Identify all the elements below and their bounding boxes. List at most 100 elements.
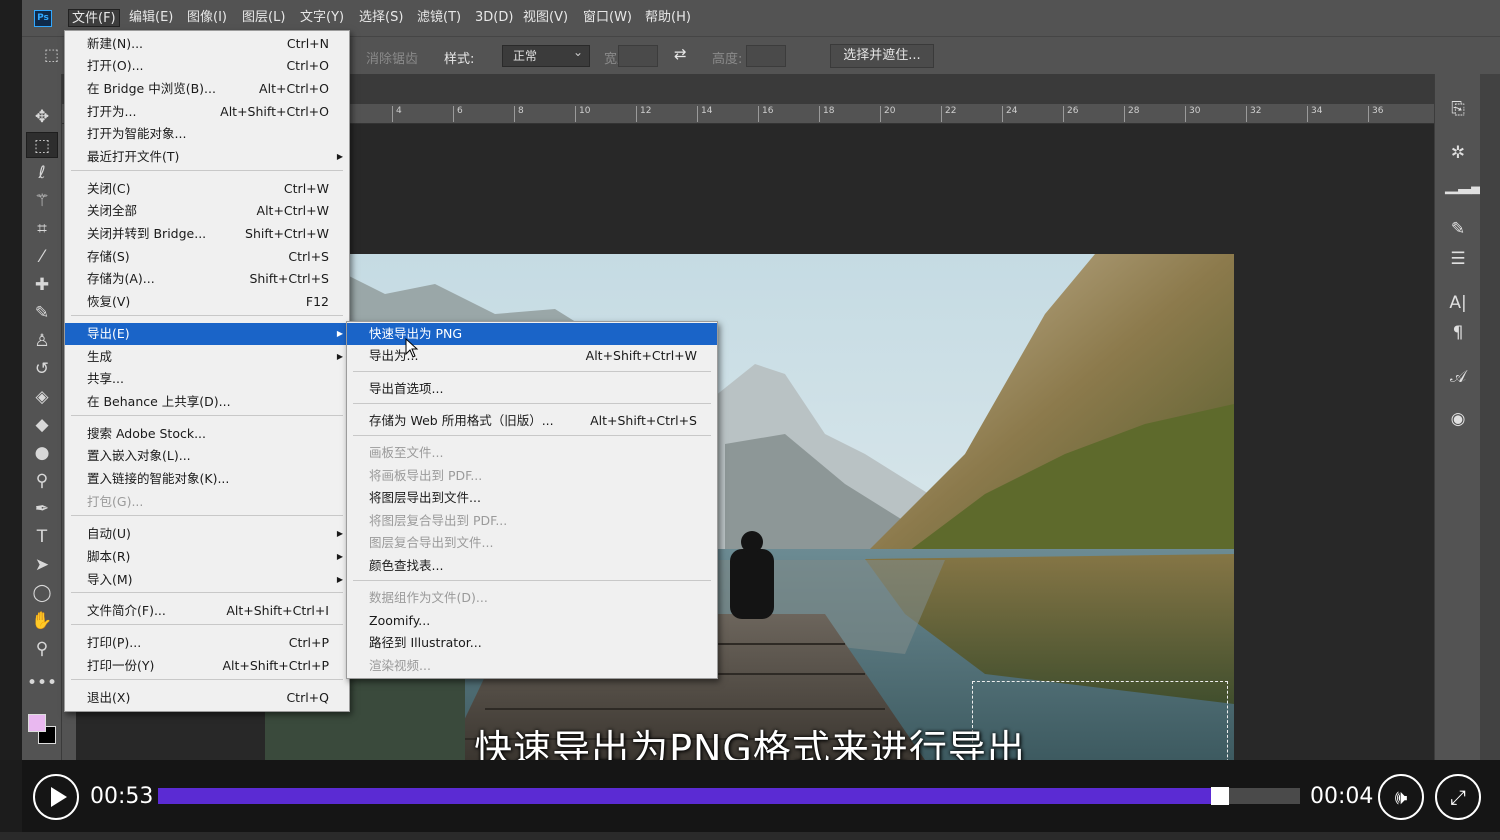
file-menu-item[interactable]: 关闭(C) Ctrl+W	[65, 178, 349, 200]
rect-marquee-preset-icon[interactable]: ⬚	[44, 45, 59, 64]
file-menu-item[interactable]: 打开(O)... Ctrl+O	[65, 55, 349, 77]
pen-tool-icon[interactable]: ✒	[26, 496, 58, 522]
app-root: Ps 文件(F) 编辑(E) 图像(I) 图层(L) 文字(Y) 选择(S) 滤…	[0, 0, 1500, 840]
file-menu-item[interactable]: 在 Bridge 中浏览(B)... Alt+Ctrl+O	[65, 78, 349, 100]
menu-filter[interactable]: 滤镜(T)	[414, 9, 464, 27]
export-menu-item[interactable]: 导出首选项...	[347, 378, 717, 400]
paint-bucket-icon[interactable]: ◆	[26, 412, 58, 438]
paragraph-panel-icon[interactable]: ¶	[1445, 320, 1471, 346]
export-menu-item[interactable]: 快速导出为 PNG	[347, 323, 717, 345]
ellipse-tool-icon[interactable]: ◯	[26, 580, 58, 606]
swap-icon[interactable]: ⇄	[674, 45, 687, 63]
dodge-tool-icon[interactable]: ⚲	[26, 468, 58, 494]
rect-marquee-tool-icon[interactable]: ⬚	[26, 132, 58, 158]
libraries-panel-icon[interactable]: ◉	[1445, 406, 1471, 432]
menu-window[interactable]: 窗口(W)	[580, 9, 635, 27]
height-input[interactable]	[746, 45, 786, 67]
file-menu-item[interactable]: 导入(M) ▶	[65, 569, 349, 591]
menu-type[interactable]: 文字(Y)	[297, 9, 347, 27]
eraser-tool-icon[interactable]: ◈	[26, 384, 58, 410]
path-select-icon[interactable]: ➤	[26, 552, 58, 578]
properties-panel-icon[interactable]: ☰	[1445, 246, 1471, 272]
file-menu-item[interactable]: 置入链接的智能对象(K)...	[65, 468, 349, 490]
export-menu-item[interactable]: 路径到 Illustrator...	[347, 632, 717, 654]
progress-handle[interactable]	[1211, 787, 1230, 805]
submenu-arrow-icon: ▶	[336, 152, 343, 161]
submenu-arrow-icon: ▶	[336, 529, 343, 538]
file-menu-item[interactable]: 恢复(V) F12	[65, 291, 349, 313]
export-menu-item[interactable]: 颜色查找表...	[347, 555, 717, 577]
menu-item-label: 共享...	[87, 371, 124, 386]
brush-tool-icon[interactable]: ✎	[26, 300, 58, 326]
export-menu-item[interactable]: 导出为... Alt+Shift+Ctrl+W	[347, 345, 717, 367]
file-menu-item[interactable]: 打开为智能对象...	[65, 123, 349, 145]
menu-item-shortcut: Alt+Shift+Ctrl+S	[590, 413, 697, 428]
file-menu-item[interactable]: 打印(P)... Ctrl+P	[65, 632, 349, 654]
menu-item-shortcut: Ctrl+P	[288, 635, 329, 650]
file-menu-item[interactable]: 退出(X) Ctrl+Q	[65, 687, 349, 709]
fullscreen-button[interactable]: ⤢	[1435, 774, 1481, 820]
file-menu-item[interactable]: 关闭并转到 Bridge... Shift+Ctrl+W	[65, 223, 349, 245]
adjustments-panel-icon[interactable]: ✲	[1445, 140, 1471, 166]
more-tools-icon[interactable]: •••	[26, 670, 58, 696]
width-input[interactable]	[618, 45, 658, 67]
history-panel-icon[interactable]: ⎘	[1445, 96, 1471, 122]
brush-settings-icon[interactable]: ✎	[1445, 216, 1471, 242]
export-menu-item[interactable]: 存储为 Web 所用格式（旧版）... Alt+Shift+Ctrl+S	[347, 410, 717, 432]
menu-select[interactable]: 选择(S)	[356, 9, 406, 27]
move-tool-icon[interactable]: ✥	[26, 104, 58, 130]
menu-help[interactable]: 帮助(H)	[642, 9, 694, 27]
file-menu-item[interactable]: 存储为(A)... Shift+Ctrl+S	[65, 268, 349, 290]
style-select[interactable]: 正常	[502, 42, 590, 67]
menu-item-label: 存储为 Web 所用格式（旧版）...	[369, 413, 554, 428]
lasso-tool-icon[interactable]: ℓ	[26, 160, 58, 186]
blur-tool-icon[interactable]: ●	[26, 440, 58, 466]
submenu-arrow-icon: ▶	[336, 575, 343, 584]
file-menu-item[interactable]: 生成 ▶	[65, 346, 349, 368]
glyphs-panel-icon[interactable]: 𝒜	[1445, 364, 1471, 390]
file-menu-item[interactable]: 文件简介(F)... Alt+Shift+Ctrl+I	[65, 600, 349, 622]
menu-view[interactable]: 视图(V)	[520, 9, 571, 27]
file-menu-item[interactable]: 新建(N)... Ctrl+N	[65, 33, 349, 55]
play-button[interactable]	[33, 774, 79, 820]
menu-3d[interactable]: 3D(D)	[472, 9, 516, 27]
stamp-tool-icon[interactable]: ♙	[26, 328, 58, 354]
type-tool-icon[interactable]: T	[26, 524, 58, 550]
export-menu-item: 渲染视频...	[347, 655, 717, 677]
menu-separator	[353, 403, 711, 404]
file-menu-item[interactable]: 打开为... Alt+Shift+Ctrl+O	[65, 101, 349, 123]
menu-separator	[353, 580, 711, 581]
file-menu-item[interactable]: 关闭全部 Alt+Ctrl+W	[65, 200, 349, 222]
file-menu-item[interactable]: 共享...	[65, 368, 349, 390]
menu-layer[interactable]: 图层(L)	[239, 9, 288, 27]
zoom-tool-icon[interactable]: ⚲	[26, 636, 58, 662]
crop-tool-icon[interactable]: ⌗	[26, 216, 58, 242]
menu-separator	[71, 679, 343, 680]
file-menu-item[interactable]: 置入嵌入对象(L)...	[65, 445, 349, 467]
volume-button[interactable]: 🕪	[1378, 774, 1424, 820]
file-menu-item[interactable]: 最近打开文件(T) ▶	[65, 146, 349, 168]
healing-tool-icon[interactable]: ✚	[26, 272, 58, 298]
menu-image[interactable]: 图像(I)	[184, 9, 230, 27]
menu-file[interactable]: 文件(F)	[68, 9, 120, 27]
magic-wand-tool-icon[interactable]: ⚚	[26, 188, 58, 214]
export-menu-item[interactable]: 将图层导出到文件...	[347, 487, 717, 509]
menu-edit[interactable]: 编辑(E)	[126, 9, 176, 27]
eyedropper-tool-icon[interactable]: ⁄	[26, 244, 58, 270]
file-menu-item[interactable]: 搜索 Adobe Stock...	[65, 423, 349, 445]
file-menu-item[interactable]: 打印一份(Y) Alt+Shift+Ctrl+P	[65, 655, 349, 677]
histogram-panel-icon[interactable]: ▁▂▃	[1445, 172, 1484, 198]
file-menu-item[interactable]: 自动(U) ▶	[65, 523, 349, 545]
file-menu-item[interactable]: 存储(S) Ctrl+S	[65, 246, 349, 268]
file-menu-item[interactable]: 导出(E) ▶	[65, 323, 349, 345]
history-brush-icon[interactable]: ↺	[26, 356, 58, 382]
progress-bar[interactable]	[158, 787, 1300, 805]
character-panel-icon[interactable]: A|	[1445, 290, 1471, 316]
file-menu: 新建(N)... Ctrl+N 打开(O)... Ctrl+O 在 Bridge 中浏览…	[64, 30, 350, 712]
export-menu-item[interactable]: Zoomify...	[347, 610, 717, 632]
menu-separator	[71, 315, 343, 316]
select-and-mask-button[interactable]: 选择并遮住...	[830, 44, 934, 68]
file-menu-item[interactable]: 在 Behance 上共享(D)...	[65, 391, 349, 413]
file-menu-item[interactable]: 脚本(R) ▶	[65, 546, 349, 568]
hand-tool-icon[interactable]: ✋	[26, 608, 58, 634]
